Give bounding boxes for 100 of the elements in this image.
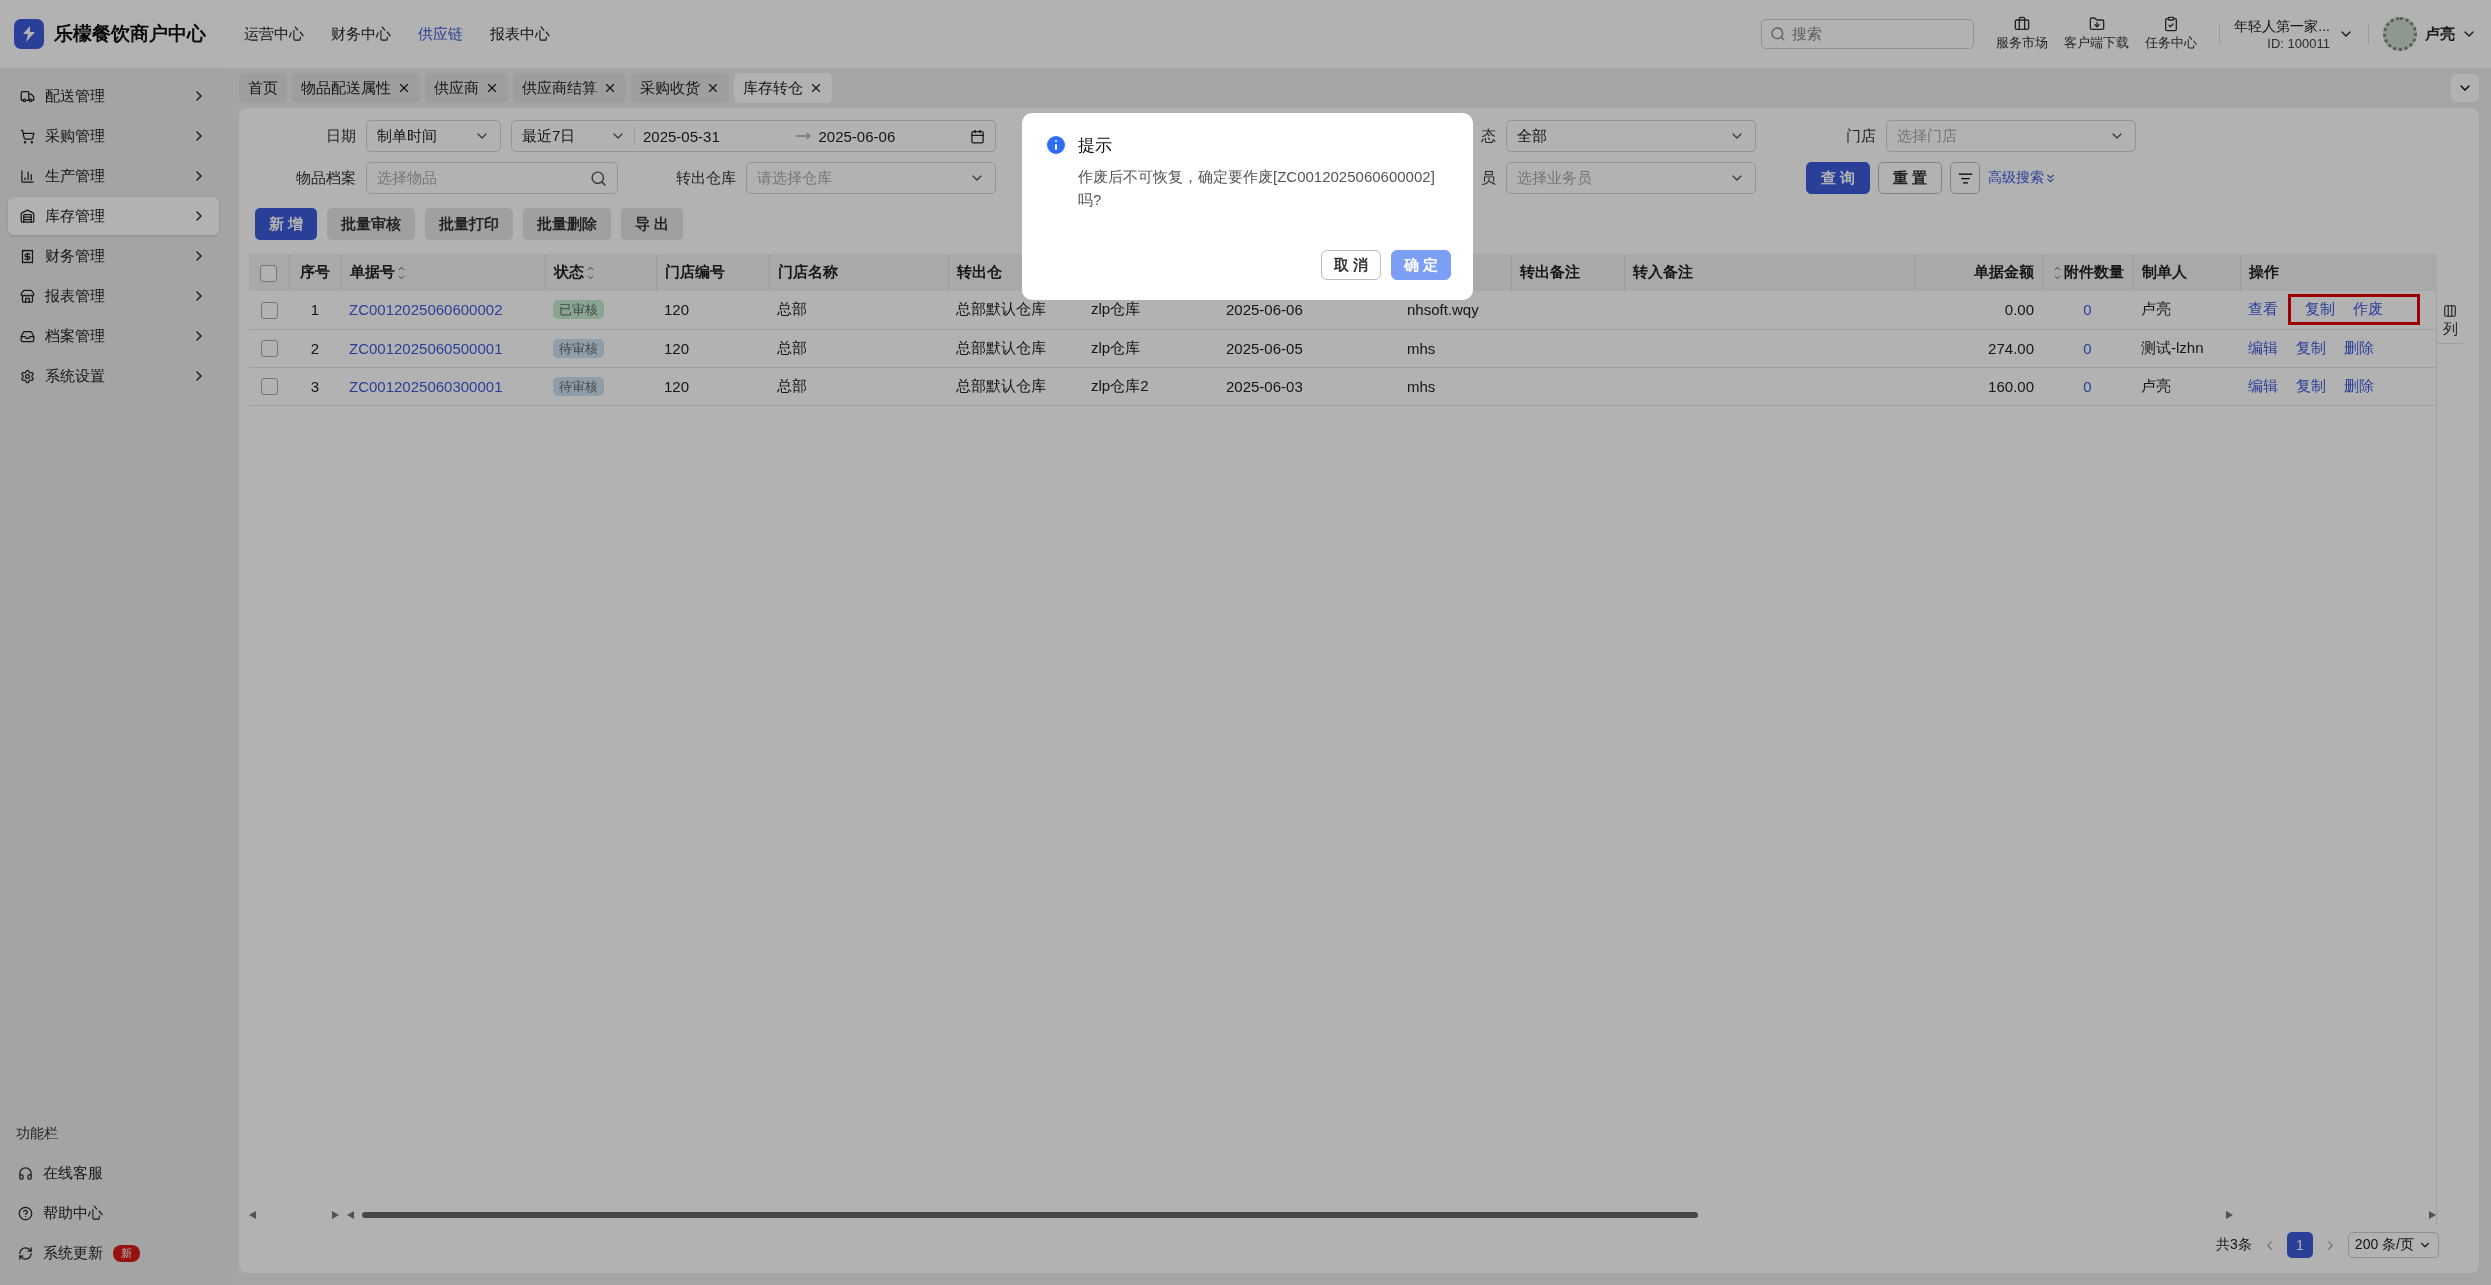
- close-icon[interactable]: [397, 81, 411, 95]
- sidebar-item[interactable]: 系统更新 新: [8, 1233, 219, 1273]
- table-cell: 总部默认仓库: [956, 376, 1046, 394]
- action-link[interactable]: 编辑: [2248, 338, 2278, 356]
- nav-item[interactable]: 报表中心: [490, 24, 550, 44]
- page-number[interactable]: 1: [2286, 1232, 2313, 1258]
- table-cell: 2025-06-03: [1226, 377, 1303, 395]
- tab[interactable]: 库存转仓: [734, 73, 832, 103]
- sidebar-item[interactable]: 系统设置: [8, 357, 219, 395]
- date-type-select[interactable]: 制单时间: [366, 120, 501, 152]
- close-icon[interactable]: [603, 81, 617, 95]
- document-link[interactable]: ZC0012025060500001: [349, 339, 503, 357]
- close-icon[interactable]: [485, 81, 499, 95]
- tab[interactable]: 物品配送属性: [292, 73, 420, 103]
- table-cell: mhs: [1407, 339, 1436, 357]
- nav-item[interactable]: 供应链: [418, 24, 463, 44]
- total-count: 共3条: [2216, 1236, 2252, 1254]
- toolbar-button[interactable]: 批量删除: [523, 208, 612, 240]
- table-cell: nhsoft.wqy: [1407, 301, 1479, 319]
- app-title: 乐檬餐饮商户中心: [54, 22, 207, 46]
- action-link[interactable]: 复制: [2296, 338, 2326, 356]
- page-size-select[interactable]: 200 条/页: [2347, 1232, 2439, 1258]
- column-header: 单据金额: [1973, 263, 2034, 280]
- action-link[interactable]: 查看: [2248, 300, 2278, 318]
- toolbar-button[interactable]: 客户端下载: [2064, 16, 2130, 52]
- select-field[interactable]: 全部: [1506, 120, 1756, 152]
- row-checkbox[interactable]: [260, 302, 278, 319]
- table-cell: 274.00: [1988, 339, 2034, 357]
- sidebar-item[interactable]: 采购管理: [8, 117, 219, 155]
- cart-icon: [20, 128, 35, 144]
- filter-settings-button[interactable]: [1950, 162, 1981, 194]
- sidebar-item[interactable]: 在线客服: [8, 1153, 219, 1193]
- inbox-icon: [20, 328, 35, 344]
- folder-download-icon: [2088, 16, 2105, 32]
- cancel-button[interactable]: 取 消: [1320, 250, 1381, 280]
- refresh-icon: [18, 1245, 33, 1261]
- toolbar-button[interactable]: 任务中心: [2145, 16, 2198, 52]
- logo-icon: [14, 19, 44, 49]
- row-checkbox[interactable]: [260, 378, 278, 396]
- action-link[interactable]: 作废: [2353, 300, 2383, 320]
- close-icon[interactable]: [706, 81, 720, 95]
- document-link[interactable]: ZC0012025060300001: [349, 377, 503, 395]
- select-all-checkbox[interactable]: [260, 264, 278, 282]
- avatar: [2383, 17, 2417, 51]
- column-header: 状态: [553, 263, 597, 280]
- action-link[interactable]: 删除: [2344, 376, 2374, 394]
- bar-chart-icon: [20, 168, 35, 184]
- scroll-right-icon[interactable]: [332, 1211, 339, 1219]
- scroll-right-icon[interactable]: [2429, 1211, 2436, 1219]
- table-cell: 1: [310, 301, 320, 319]
- tab[interactable]: 采购收货: [631, 73, 729, 103]
- tab[interactable]: 首页: [239, 73, 287, 103]
- toolbar-button[interactable]: 新 增: [255, 208, 318, 240]
- settings-icon: [20, 368, 35, 384]
- column-settings-button[interactable]: 列: [2437, 254, 2463, 344]
- tab[interactable]: 供应商结算: [513, 73, 626, 103]
- nav-item[interactable]: 财务中心: [331, 24, 391, 44]
- toolbar-button[interactable]: 服务市场: [1996, 16, 2049, 52]
- scroll-right-icon[interactable]: [2226, 1211, 2233, 1219]
- sidebar-item[interactable]: 库存管理: [8, 197, 219, 235]
- sidebar-item[interactable]: 报表管理: [8, 277, 219, 315]
- collapse-button[interactable]: [2451, 74, 2479, 102]
- scroll-left-icon[interactable]: [347, 1211, 354, 1219]
- sidebar-item[interactable]: 档案管理: [8, 317, 219, 355]
- table-cell: 120: [664, 301, 690, 319]
- column-header: 门店编号: [664, 263, 725, 280]
- columns-icon: [2443, 304, 2457, 318]
- sidebar-item[interactable]: 财务管理: [8, 237, 219, 275]
- column-header: 序号: [300, 263, 330, 280]
- close-icon[interactable]: [809, 81, 823, 95]
- scroll-left-icon[interactable]: [249, 1211, 256, 1219]
- action-link[interactable]: 复制: [2305, 300, 2335, 320]
- toolbar-button[interactable]: 批量审核: [327, 208, 416, 240]
- action-link[interactable]: 删除: [2344, 338, 2374, 356]
- row-checkbox[interactable]: [260, 340, 278, 358]
- table-cell: 总部: [777, 376, 807, 394]
- reset-button[interactable]: 重 置: [1878, 162, 1943, 194]
- scrollbar-thumb[interactable]: [362, 1212, 1698, 1218]
- table-cell: 总部默认仓库: [956, 300, 1046, 318]
- briefcase-icon: [2014, 16, 2031, 32]
- date-range-field[interactable]: 最近7日 2025-05-31 2025-06-06: [511, 120, 996, 152]
- table-cell: 测试-lzhn: [2141, 338, 2204, 356]
- table-cell: zlp仓库: [1091, 338, 1141, 356]
- advanced-search-link[interactable]: 高级搜索: [1988, 169, 2058, 187]
- sidebar-item[interactable]: 生产管理: [8, 157, 219, 195]
- filter-label: 日期: [325, 126, 356, 146]
- tab[interactable]: 供应商: [425, 73, 508, 103]
- query-button[interactable]: 查 询: [1806, 162, 1871, 194]
- toolbar-button[interactable]: 导 出: [621, 208, 684, 240]
- action-link[interactable]: 复制: [2296, 376, 2326, 394]
- sidebar-item[interactable]: 帮助中心: [8, 1193, 219, 1233]
- toolbar-button[interactable]: 批量打印: [425, 208, 514, 240]
- document-link[interactable]: ZC0012025060600002: [349, 301, 503, 319]
- nav-item[interactable]: 运营中心: [244, 24, 304, 44]
- column-header: 转出仓: [956, 263, 1002, 280]
- new-badge: 新: [113, 1244, 140, 1262]
- sidebar-item[interactable]: 配送管理: [8, 77, 219, 115]
- filter-label: 转出仓库: [675, 168, 736, 188]
- action-link[interactable]: 编辑: [2248, 376, 2278, 394]
- attachment-count: 0: [2083, 377, 2092, 395]
